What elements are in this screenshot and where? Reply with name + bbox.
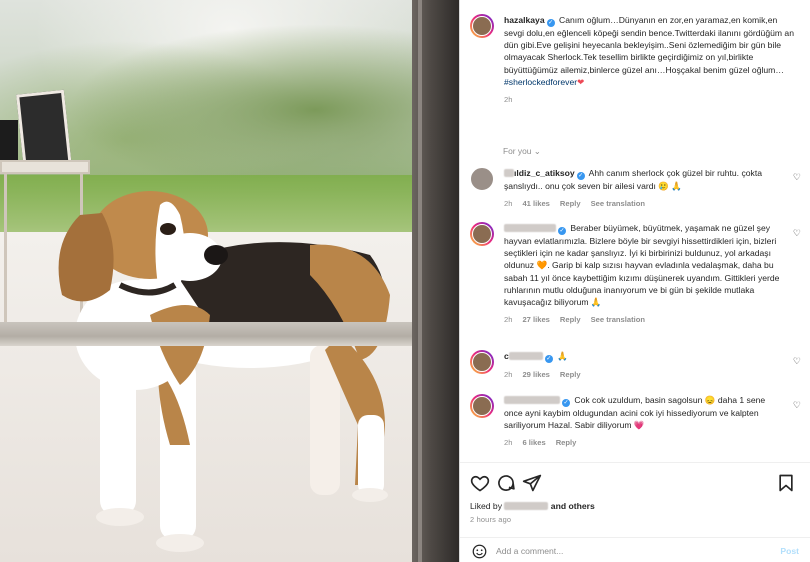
like-comment-heart-icon[interactable]: ♡ xyxy=(793,356,801,367)
blurred-name xyxy=(504,502,549,510)
reply-button[interactable]: Reply xyxy=(560,199,581,208)
reply-button[interactable]: Reply xyxy=(556,438,577,447)
heart-icon[interactable] xyxy=(470,473,490,493)
comment-likes[interactable]: 29 likes xyxy=(522,370,549,379)
blurred-name xyxy=(504,169,514,177)
door-frame-edge xyxy=(418,0,422,562)
hashtag-link[interactable]: #sherlockedforever xyxy=(504,77,577,87)
liked-by-label: Liked by xyxy=(470,501,503,511)
comments-panel: hazalkaya ✓ Canım oğlum…Dünyanın en zor,e… xyxy=(459,0,810,562)
like-comment-heart-icon[interactable]: ♡ xyxy=(793,228,801,239)
comment-username[interactable]: ıldiz_c_atiksoy xyxy=(514,168,575,178)
avatar[interactable] xyxy=(470,14,494,38)
share-icon[interactable] xyxy=(522,473,542,493)
verified-icon: ✓ xyxy=(562,399,570,407)
verified-icon: ✓ xyxy=(558,227,566,235)
comment-item: ıldiz_c_atiksoy ✓ Ahh canım sherlock çok … xyxy=(470,167,805,210)
post-caption: hazalkaya ✓ Canım oğlum…Dünyanın en zor,e… xyxy=(470,14,800,106)
comment-likes[interactable]: 41 likes xyxy=(522,199,549,208)
table-leg xyxy=(4,174,7,324)
comment-time: 2h xyxy=(504,199,513,209)
verified-icon: ✓ xyxy=(576,172,585,180)
post-time: 2 hours ago xyxy=(470,515,512,524)
side-table xyxy=(0,160,90,174)
for-you-label: For you xyxy=(503,146,532,156)
blurred-name xyxy=(504,396,560,404)
verified-icon: ✓ xyxy=(546,19,555,27)
post-photo xyxy=(0,0,459,562)
comment-text: 🙏 xyxy=(557,351,568,361)
for-you-filter[interactable]: For you ⌄ xyxy=(503,146,541,156)
and-others[interactable]: and others xyxy=(551,501,595,511)
comment-time: 2h xyxy=(504,370,513,379)
beagle-dog xyxy=(58,191,390,552)
emoji-icon[interactable] xyxy=(472,544,487,559)
see-translation-button[interactable]: See translation xyxy=(591,199,645,208)
avatar[interactable] xyxy=(470,222,494,246)
comment-item: ✓ Cok cok uzuldum, basin sagolsun 😞 daha… xyxy=(470,394,805,450)
comment-time: 2h xyxy=(504,438,513,448)
comments-scroll[interactable]: hazalkaya ✓ Canım oğlum…Dünyanın en zor,e… xyxy=(460,0,810,462)
add-comment-bar: Add a comment... Post xyxy=(460,537,810,562)
avatar[interactable] xyxy=(470,394,494,418)
verified-icon: ✓ xyxy=(544,355,553,363)
comment-likes[interactable]: 6 likes xyxy=(522,438,545,447)
liked-by[interactable]: Liked by and others xyxy=(470,501,595,511)
comment-item: c ✓ 🙏 2h 29 likes Reply xyxy=(470,350,805,381)
instagram-post-modal: hazalkaya ✓ Canım oğlum…Dünyanın en zor,e… xyxy=(0,0,810,562)
like-comment-heart-icon[interactable]: ♡ xyxy=(793,172,801,183)
bookmark-icon[interactable] xyxy=(776,473,796,493)
caption-time: 2h xyxy=(504,95,513,105)
comment-text: Beraber büyümek, büyütmek, yaşamak ne gü… xyxy=(504,223,780,308)
comment-likes[interactable]: 27 likes xyxy=(522,315,549,324)
caption-username[interactable]: hazalkaya xyxy=(504,15,545,25)
heart-emoji: ❤ xyxy=(577,76,585,87)
glass-door-rail xyxy=(0,322,420,346)
reply-button[interactable]: Reply xyxy=(560,315,581,324)
post-comment-button[interactable]: Post xyxy=(780,546,799,556)
comment-time: 2h xyxy=(504,315,513,325)
add-comment-input[interactable]: Add a comment... xyxy=(496,546,563,556)
avatar[interactable] xyxy=(470,350,494,374)
blurred-name xyxy=(504,224,556,232)
chevron-down-icon: ⌄ xyxy=(533,146,541,156)
reply-button[interactable]: Reply xyxy=(560,370,581,379)
comment-icon[interactable] xyxy=(496,473,516,493)
comment-item: ✓ Beraber büyümek, büyütmek, yaşamak ne … xyxy=(470,222,805,326)
like-comment-heart-icon[interactable]: ♡ xyxy=(793,400,801,411)
see-translation-button[interactable]: See translation xyxy=(591,315,645,324)
blurred-name xyxy=(508,352,543,360)
post-actions: Liked by and others 2 hours ago Add a co… xyxy=(460,462,810,562)
avatar[interactable] xyxy=(470,167,494,191)
